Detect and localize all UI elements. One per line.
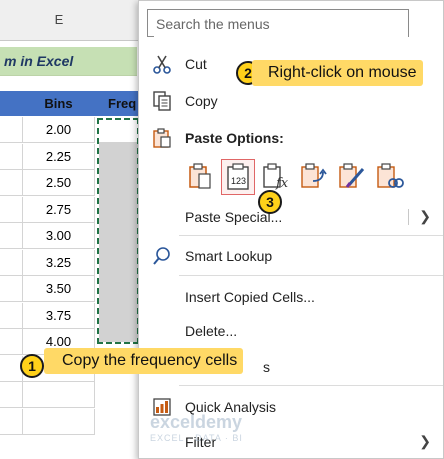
grid-cell[interactable] (23, 409, 95, 435)
menu-separator (179, 385, 443, 386)
menu-separator (179, 275, 443, 276)
cut-label: Cut (185, 56, 207, 72)
bin-value-cell[interactable]: 2.25 (23, 144, 95, 170)
step-number-1: 1 (28, 358, 36, 374)
grid-cell[interactable] (0, 303, 23, 329)
bin-value-cell[interactable]: 2.75 (23, 197, 95, 223)
paste-transpose-icon (301, 163, 327, 188)
partially-hidden-label: s (263, 359, 270, 375)
paste-values-caption: 123 (231, 176, 247, 186)
exceldemy-watermark: exceldemy EXCEL · DATA · BI (150, 412, 243, 443)
column-header-e[interactable]: E (23, 0, 96, 41)
paste-transpose-button[interactable] (297, 159, 331, 195)
sheet-title-banner: m in Excel (0, 47, 137, 76)
paste-options-row: 123 fx (183, 159, 413, 199)
grid-cell[interactable] (0, 117, 23, 143)
submenu-divider (408, 209, 409, 225)
clipboard-icon (153, 128, 171, 148)
paste-formulas-icon: fx (263, 163, 289, 191)
grid-cell[interactable] (0, 223, 23, 249)
grid-cell[interactable] (0, 197, 23, 223)
bin-value-cell[interactable]: 3.00 (23, 223, 95, 249)
paste-options-header: Paste Options: (139, 122, 443, 152)
frequency-header-label: Freq (108, 96, 137, 111)
menu-search-input[interactable] (154, 11, 408, 37)
menu-separator (179, 235, 443, 236)
sheet-title-text: m in Excel (4, 53, 74, 69)
menu-item-smart-lookup[interactable]: Smart Lookup (139, 240, 443, 270)
header-cell-bins[interactable]: Bins (22, 91, 96, 116)
insert-copied-cells-label: Insert Copied Cells... (185, 289, 315, 305)
copy-icon (153, 91, 171, 111)
menu-item-insert-copied-cells[interactable]: Insert Copied Cells... (139, 281, 443, 311)
grid-cell[interactable] (0, 250, 23, 276)
paste-formulas-button[interactable]: fx (259, 159, 293, 195)
step-badge-1: 1 (20, 354, 44, 378)
bin-value-cell[interactable]: 3.50 (23, 276, 95, 302)
bin-value-cell[interactable]: 2.00 (23, 117, 95, 143)
watermark-tagline: EXCEL · DATA · BI (150, 433, 243, 443)
paste-formatting-button[interactable] (335, 159, 369, 195)
callout-copy-frequency-text: Copy the frequency cells (62, 352, 238, 369)
callout-right-click: Right-click on mouse (252, 60, 423, 86)
header-cell-blank[interactable] (0, 91, 23, 116)
svg-text:fx: fx (275, 176, 289, 191)
smart-lookup-label: Smart Lookup (185, 248, 273, 264)
callout-copy-frequency: Copy the frequency cells (44, 348, 244, 374)
watermark-brand: exceldemy (150, 412, 243, 432)
bin-value-cell[interactable]: 3.25 (23, 250, 95, 276)
column-letter-e: E (54, 12, 64, 27)
frequency-cells-copy-selection[interactable] (97, 118, 139, 344)
copy-label: Copy (185, 93, 218, 109)
column-header-d[interactable] (0, 0, 24, 41)
paste-values-button[interactable]: 123 (221, 159, 255, 195)
paste-link-button[interactable] (373, 159, 407, 195)
paste-icon (189, 163, 211, 189)
chevron-right-icon: ❯ (419, 433, 431, 449)
step-number-3: 3 (266, 194, 274, 210)
paste-link-icon (377, 163, 404, 188)
bins-header-label: Bins (44, 96, 73, 111)
delete-label: Delete... (185, 323, 238, 339)
header-cell-frequency[interactable]: Freq (95, 91, 140, 116)
grid-cell[interactable] (23, 382, 95, 408)
step-badge-3: 3 (258, 190, 282, 214)
grid-cell[interactable] (0, 276, 23, 302)
column-header-f[interactable] (95, 0, 141, 41)
grid-cell[interactable] (0, 329, 23, 355)
step-number-2: 2 (244, 65, 252, 81)
smart-lookup-icon (153, 247, 170, 265)
bin-value-cell[interactable]: 3.75 (23, 303, 95, 329)
menu-item-delete[interactable]: Delete... (139, 315, 443, 345)
paste-button[interactable] (183, 159, 217, 195)
paste-options-label: Paste Options: (185, 130, 284, 146)
chevron-right-icon: ❯ (419, 208, 431, 224)
scissors-icon (153, 55, 171, 74)
menu-search-box[interactable] (147, 9, 409, 37)
grid-cell[interactable] (0, 170, 23, 196)
paste-formatting-icon (339, 163, 365, 188)
grid-cell[interactable] (0, 382, 23, 408)
callout-right-click-text: Right-click on mouse (268, 64, 417, 81)
menu-item-paste-special[interactable]: Paste Special... ❯ (139, 201, 443, 231)
menu-item-copy[interactable]: Copy (139, 85, 443, 115)
grid-cell[interactable] (0, 409, 23, 435)
bin-value-cell[interactable]: 2.50 (23, 170, 95, 196)
grid-cell[interactable] (0, 144, 23, 170)
